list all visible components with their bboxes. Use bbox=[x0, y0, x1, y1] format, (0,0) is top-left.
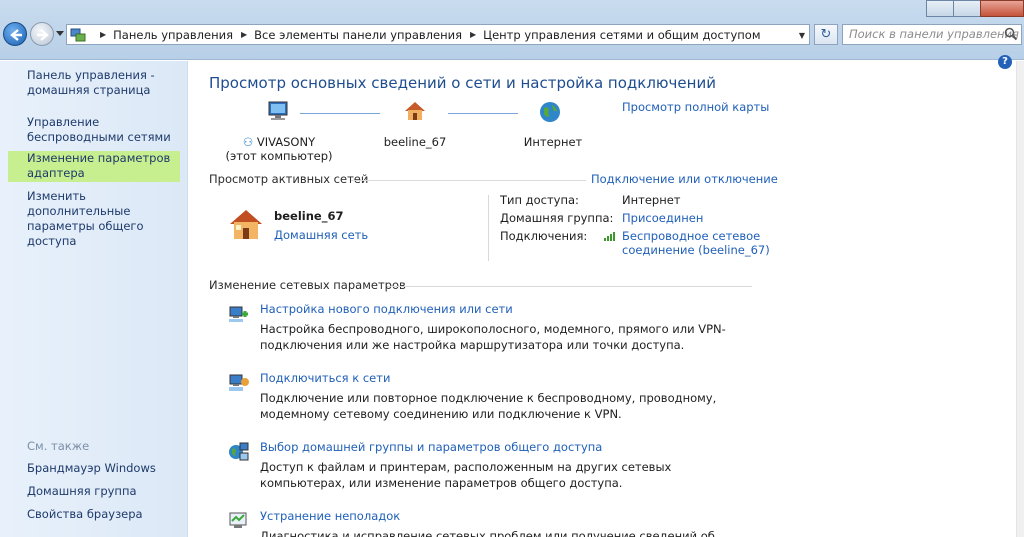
help-button[interactable]: ? bbox=[998, 55, 1012, 69]
see-also-title: См. также bbox=[27, 439, 90, 453]
globe-icon bbox=[540, 102, 560, 122]
breadcrumb-item[interactable]: ▶ Центр управления сетями и общим доступо… bbox=[462, 28, 761, 42]
active-networks-label: Просмотр активных сетей bbox=[209, 172, 369, 186]
homegroup-link[interactable]: Присоединен bbox=[622, 211, 703, 225]
homegroup-sharing-desc: Доступ к файлам и принтерам, расположенн… bbox=[260, 460, 672, 490]
homegroup-label: Домашняя группа: bbox=[500, 211, 614, 225]
troubleshoot-link[interactable]: Устранение неполадок bbox=[260, 509, 400, 523]
troubleshoot-desc: Диагностика и исправление сетевых пробле… bbox=[260, 529, 715, 537]
sidebar-item-wireless[interactable]: Управление беспроводными сетями bbox=[27, 115, 187, 145]
network-users-icon: ⚇ bbox=[242, 135, 254, 149]
access-type-value: Интернет bbox=[622, 193, 681, 207]
address-dropdown-icon[interactable]: ▼ bbox=[799, 31, 805, 40]
connections-label: Подключения: bbox=[500, 229, 588, 243]
help-icon: ? bbox=[1002, 56, 1008, 67]
network-type-link[interactable]: Домашняя сеть bbox=[274, 228, 368, 242]
internet-node: Интернет bbox=[515, 135, 591, 149]
access-type-label: Тип доступа: bbox=[500, 193, 579, 207]
window-controls bbox=[926, 0, 1024, 18]
new-connection-icon bbox=[229, 306, 248, 322]
refresh-icon: ↻ bbox=[820, 27, 832, 42]
refresh-button[interactable]: ↻ bbox=[814, 24, 838, 45]
page-title: Просмотр основных сведений о сети и наст… bbox=[209, 74, 716, 92]
breadcrumb-item[interactable]: ▶ Панель управления bbox=[92, 28, 233, 42]
map-connector bbox=[300, 113, 380, 114]
task-connect-network: Подключиться к сети Подключение или повт… bbox=[228, 371, 758, 423]
connect-network-icon bbox=[229, 374, 249, 391]
sidebar-item-sharing-settings[interactable]: Изменить дополнительные параметры общего… bbox=[27, 189, 187, 249]
search-icon[interactable] bbox=[1004, 27, 1018, 41]
arrow-right-icon bbox=[37, 29, 49, 41]
breadcrumb-item[interactable]: ▶ Все элементы панели управления bbox=[233, 28, 462, 42]
internet-node-icon bbox=[538, 100, 562, 127]
sidebar-item-homegroup[interactable]: Домашняя группа bbox=[27, 484, 187, 499]
forward-button[interactable] bbox=[30, 22, 54, 46]
active-network-name: beeline_67 bbox=[274, 209, 344, 223]
network-node-icon bbox=[402, 100, 428, 125]
computer-sub-label: (этот компьютер) bbox=[225, 149, 333, 163]
new-connection-desc: Настройка беспроводного, широкополосного… bbox=[260, 322, 726, 352]
divider bbox=[488, 195, 489, 261]
homegroup-sharing-icon bbox=[229, 442, 249, 461]
sidebar-item-firewall[interactable]: Брандмауэр Windows bbox=[27, 461, 187, 476]
homegroup-sharing-link[interactable]: Выбор домашней группы и параметров общег… bbox=[260, 440, 602, 454]
sidebar: Панель управления - домашняя страница Уп… bbox=[0, 61, 188, 537]
maximize-button[interactable] bbox=[953, 0, 981, 17]
arrow-left-icon bbox=[10, 29, 22, 41]
breadcrumb-control-panel[interactable]: Панель управления bbox=[113, 28, 233, 42]
task-new-connection: Настройка нового подключения или сети На… bbox=[228, 302, 758, 354]
network-name: beeline_67 bbox=[383, 135, 447, 149]
divider bbox=[351, 180, 586, 181]
computer-icon bbox=[268, 101, 288, 120]
breadcrumb-all-items[interactable]: Все элементы панели управления bbox=[254, 28, 462, 42]
scrollbar[interactable] bbox=[1016, 61, 1024, 537]
computer-node: ⚇ VIVASONY (этот компьютер) bbox=[225, 135, 333, 163]
divider bbox=[387, 286, 752, 287]
connect-network-desc: Подключение или повторное подключение к … bbox=[260, 391, 717, 421]
full-map-link[interactable]: Просмотр полной карты bbox=[622, 100, 769, 114]
search-input[interactable]: Поиск в панели управления bbox=[842, 24, 1022, 45]
task-homegroup-sharing: Выбор домашней группы и параметров общег… bbox=[228, 440, 758, 492]
address-bar[interactable]: ▶ Панель управления ▶ Все элементы панели … bbox=[66, 24, 810, 45]
chevron-right-icon: ▶ bbox=[469, 30, 477, 39]
home-network-icon bbox=[230, 210, 262, 239]
wireless-connection-link[interactable]: Беспроводное сетевое соединение (beeline… bbox=[622, 229, 770, 257]
control-panel-icon bbox=[70, 28, 86, 41]
navigation-bar: ▶ Панель управления ▶ Все элементы панели … bbox=[0, 0, 1024, 60]
wireless-connection-line-2[interactable]: соединение (beeline_67) bbox=[622, 243, 770, 257]
new-connection-link[interactable]: Настройка нового подключения или сети bbox=[260, 302, 513, 316]
sidebar-item-browser-properties[interactable]: Свойства браузера bbox=[27, 507, 187, 522]
internet-label: Интернет bbox=[523, 135, 583, 149]
search-placeholder: Поиск в панели управления bbox=[849, 27, 1019, 41]
wireless-connection-line-1[interactable]: Беспроводное сетевое bbox=[622, 229, 770, 243]
connect-network-link[interactable]: Подключиться к сети bbox=[260, 371, 390, 385]
signal-strength-icon bbox=[604, 232, 615, 241]
task-troubleshoot: Устранение неполадок Диагностика и испра… bbox=[228, 509, 758, 537]
sidebar-item-adapter-settings[interactable]: Изменение параметров адаптера bbox=[8, 151, 180, 182]
computer-name: VIVASONY bbox=[256, 135, 316, 149]
close-button[interactable] bbox=[980, 0, 1024, 17]
minimize-button[interactable] bbox=[926, 0, 954, 17]
map-connector bbox=[448, 113, 518, 114]
chevron-right-icon: ▶ bbox=[100, 30, 107, 39]
breadcrumb-network-center[interactable]: Центр управления сетями и общим доступом bbox=[483, 28, 760, 42]
chevron-right-icon: ▶ bbox=[241, 30, 248, 39]
connect-disconnect-link[interactable]: Подключение или отключение bbox=[591, 172, 778, 186]
back-button[interactable] bbox=[3, 22, 27, 46]
network-node: beeline_67 bbox=[375, 135, 455, 149]
change-settings-label: Изменение сетевых параметров bbox=[209, 278, 406, 292]
computer-node-icon bbox=[266, 100, 292, 125]
recent-pages-dropdown-icon[interactable] bbox=[56, 31, 64, 37]
sidebar-item-home[interactable]: Панель управления - домашняя страница bbox=[27, 68, 187, 98]
troubleshoot-icon bbox=[229, 512, 247, 528]
home-network-icon bbox=[405, 102, 425, 120]
